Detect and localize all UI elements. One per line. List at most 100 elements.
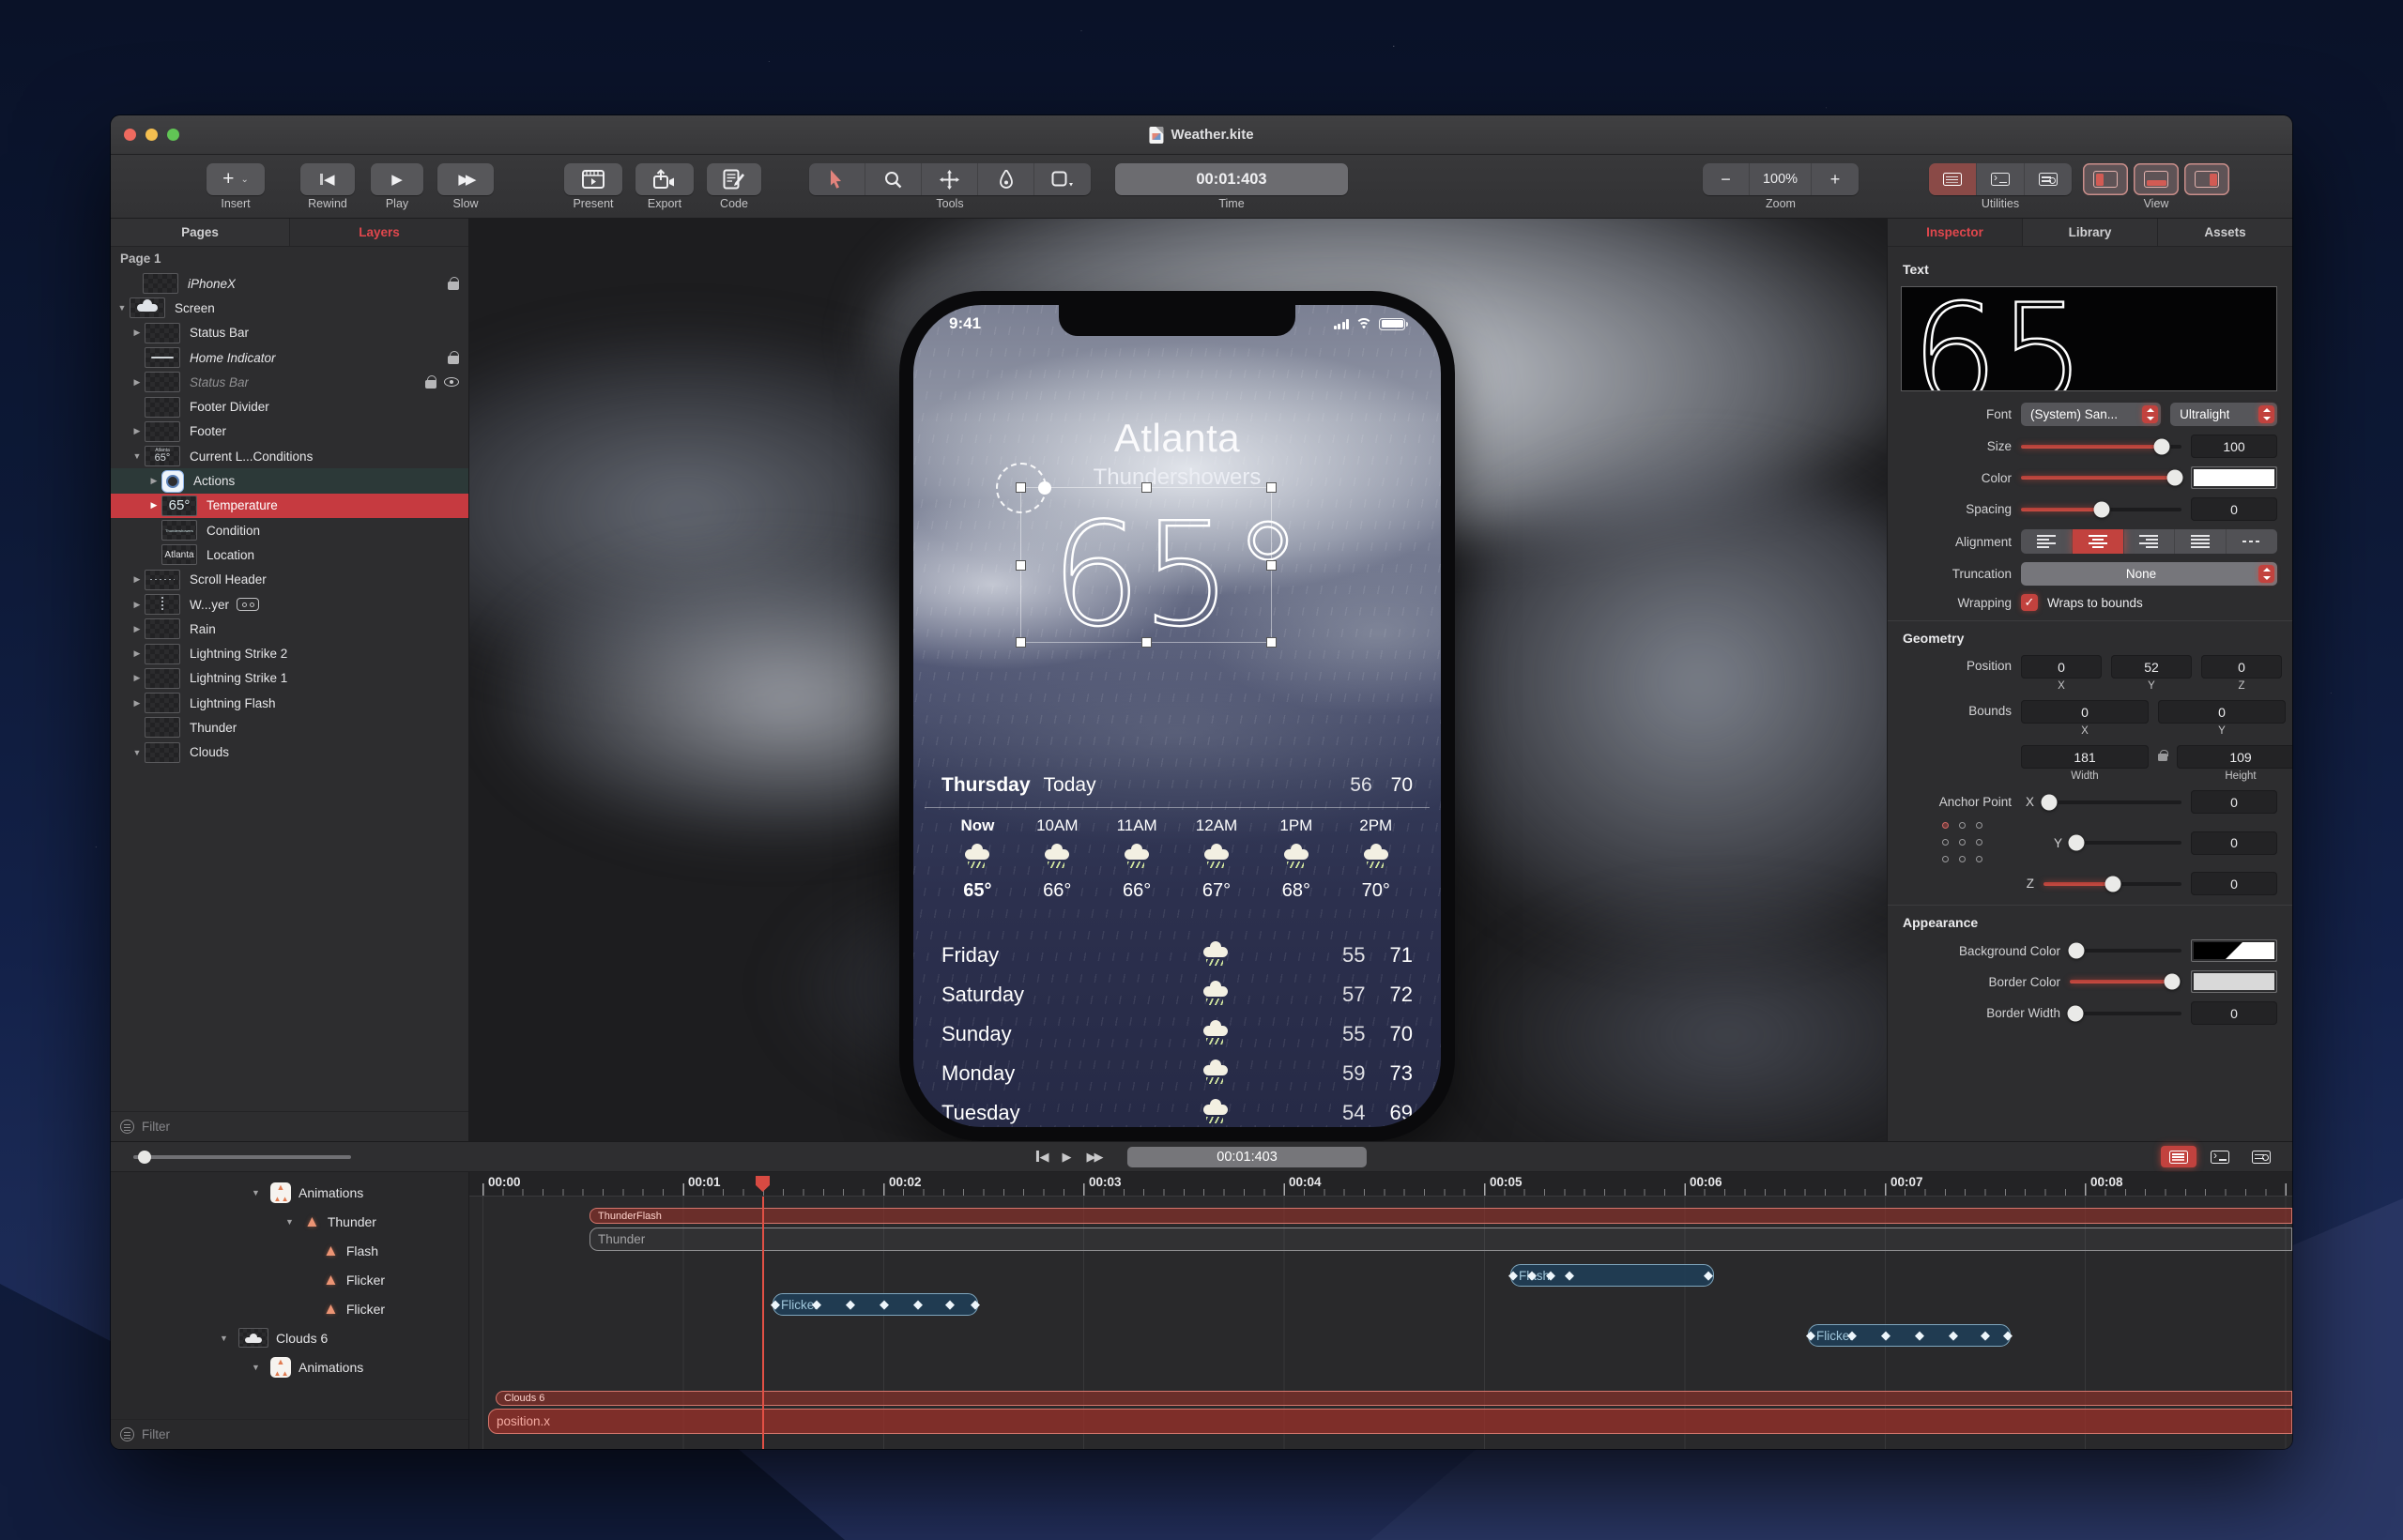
timeline-ruler[interactable]: 00:00 00:01 00:02 00:03 00:04 00:05 00:0… <box>469 1172 2292 1197</box>
timeline-row-flash[interactable]: ▲ Flash <box>111 1236 468 1265</box>
timeline-tracks-area[interactable]: 00:00 00:01 00:02 00:03 00:04 00:05 00:0… <box>469 1172 2292 1449</box>
timeline-row-flicker-1[interactable]: ▲ Flicker <box>111 1265 468 1294</box>
close-button[interactable] <box>124 129 136 141</box>
anchor-x-slider[interactable] <box>2041 794 2181 810</box>
disclosure-right-icon[interactable] <box>130 648 145 659</box>
tool-shape[interactable] <box>1034 163 1091 195</box>
view-bottom-panel-button[interactable] <box>2134 163 2179 195</box>
layer-row-actions[interactable]: Actions <box>111 468 468 494</box>
zoom-in-button[interactable]: + <box>1812 163 1859 195</box>
view-left-panel-button[interactable] <box>2083 163 2128 195</box>
layer-row-scroll-header[interactable]: Scroll Header <box>111 568 468 592</box>
keyframe-diamond[interactable] <box>1881 1328 1890 1343</box>
track-bar-flash[interactable]: Flash <box>1510 1264 1714 1287</box>
layer-row-status-bar-2[interactable]: Status Bar <box>111 370 468 394</box>
keyframe-diamond[interactable] <box>846 1297 855 1312</box>
code-button[interactable] <box>707 163 761 195</box>
insert-button[interactable]: + ⌄ <box>207 163 265 195</box>
keyframe-diamond[interactable] <box>1527 1268 1537 1283</box>
play-button[interactable]: ▶ <box>371 163 423 195</box>
layer-row-location[interactable]: Atlanta Location <box>111 542 468 567</box>
wrapping-checkbox[interactable]: ✓ <box>2021 594 2038 611</box>
position-z-field[interactable]: 0 <box>2201 655 2282 679</box>
keyframe-diamond[interactable] <box>1981 1328 1990 1343</box>
tab-layers[interactable]: Layers <box>290 219 468 246</box>
disclosure-down-icon[interactable] <box>220 1334 231 1343</box>
keyframe-diamond[interactable] <box>1508 1268 1518 1283</box>
spacing-slider[interactable] <box>2021 501 2181 517</box>
keyframe-diamond[interactable] <box>1704 1268 1713 1283</box>
bounds-x-field[interactable]: 0 <box>2021 700 2149 724</box>
slider-knob[interactable] <box>2068 834 2085 851</box>
anchor-y-value[interactable]: 0 <box>2191 831 2277 855</box>
timeline-row-animations-2[interactable]: Animations <box>111 1352 468 1381</box>
lock-icon[interactable] <box>448 351 459 365</box>
utility-console-button[interactable] <box>1977 163 2025 195</box>
layer-row-lightning-strike-1[interactable]: Lightning Strike 1 <box>111 666 468 691</box>
keyframe-diamond[interactable] <box>1546 1268 1555 1283</box>
lock-icon[interactable] <box>425 375 436 389</box>
title-bar[interactable]: Weather.kite <box>111 115 2292 155</box>
selection-handle[interactable] <box>1266 482 1277 493</box>
track-bar-thunderflash[interactable]: ThunderFlash <box>589 1208 2292 1224</box>
playhead[interactable] <box>762 1197 764 1449</box>
keyframe-diamond[interactable] <box>1847 1328 1857 1343</box>
position-y-field[interactable]: 52 <box>2111 655 2192 679</box>
disclosure-right-icon[interactable] <box>130 698 145 709</box>
play-button[interactable]: ▶ <box>1062 1150 1071 1165</box>
slider-knob[interactable] <box>137 1150 151 1164</box>
track-bar-position-x[interactable]: position.x <box>488 1409 2292 1434</box>
tab-pages[interactable]: Pages <box>111 219 290 246</box>
timeline-time-display[interactable]: 00:01:403 <box>1127 1146 1368 1167</box>
canvas[interactable]: 9:41 Atlanta Thundershowers 65° Thursday… <box>469 219 1887 1141</box>
align-center-button[interactable] <box>2072 529 2124 554</box>
utility-inspector-button[interactable] <box>1929 163 1977 195</box>
lock-icon[interactable] <box>448 277 459 291</box>
slider-knob[interactable] <box>2093 501 2109 517</box>
keyframe-diamond[interactable] <box>880 1297 889 1312</box>
background-color-swatch[interactable] <box>2191 939 2277 962</box>
eye-icon[interactable] <box>444 377 459 388</box>
stepper-icon[interactable] <box>2258 405 2274 423</box>
layer-row-footer[interactable]: Footer <box>111 419 468 444</box>
view-right-panel-button[interactable] <box>2184 163 2229 195</box>
keyframe-diamond[interactable] <box>1565 1268 1574 1283</box>
keyframe-diamond[interactable] <box>913 1297 923 1312</box>
keyframe-diamond[interactable] <box>1915 1328 1924 1343</box>
width-field[interactable]: 181 <box>2021 745 2149 769</box>
disclosure-down-icon[interactable] <box>252 1363 263 1372</box>
zoom-window-button[interactable] <box>167 129 179 141</box>
zoom-value[interactable]: 100% <box>1750 163 1812 195</box>
timeline-tracks[interactable]: ThunderFlash Thunder Flash Flic <box>469 1197 2292 1449</box>
layer-row-temperature[interactable]: 65° Temperature <box>111 493 468 518</box>
layer-row-screen[interactable]: Screen <box>111 296 468 320</box>
keyframe-diamond[interactable] <box>771 1297 780 1312</box>
track-bar-flicker-2[interactable]: Flicker <box>1808 1324 2011 1347</box>
timeline-filter-input[interactable] <box>142 1427 459 1441</box>
layer-row-rain[interactable]: Rain <box>111 617 468 641</box>
bounds-y-field[interactable]: 0 <box>2158 700 2286 724</box>
disclosure-down-icon[interactable] <box>252 1188 263 1197</box>
disclosure-down-icon[interactable] <box>130 748 145 757</box>
fast-forward-button[interactable]: ▶▶ <box>1086 1150 1103 1165</box>
font-weight-dropdown[interactable]: Ultralight <box>2170 403 2277 426</box>
keyframe-diamond[interactable] <box>945 1297 955 1312</box>
aspect-lock-icon[interactable] <box>2158 750 2168 761</box>
disclosure-right-icon[interactable] <box>146 500 161 511</box>
tab-inspector[interactable]: Inspector <box>1888 219 2023 246</box>
timeline-mode-console-button[interactable] <box>2202 1146 2238 1167</box>
layer-row-current-conditions[interactable]: Atlanta 65° Current L...Conditions <box>111 444 468 468</box>
slider-knob[interactable] <box>2166 469 2183 486</box>
disclosure-right-icon[interactable] <box>130 426 145 436</box>
slider-knob[interactable] <box>2105 876 2120 892</box>
rewind-button[interactable]: ◀ <box>1035 1150 1048 1165</box>
layer-row-lightning-flash[interactable]: Lightning Flash <box>111 691 468 715</box>
daily-forecast[interactable]: Friday 55 71 Saturday 57 72 Sunday 55 70… <box>913 936 1441 1127</box>
selection-handle[interactable] <box>1141 637 1152 648</box>
align-left-button[interactable] <box>2021 529 2073 554</box>
selection-handle[interactable] <box>1266 560 1277 571</box>
border-width-value[interactable]: 0 <box>2191 1001 2277 1025</box>
timeline-mode-settings-button[interactable] <box>2243 1146 2279 1167</box>
size-value[interactable]: 100 <box>2191 435 2277 458</box>
minimize-button[interactable] <box>145 129 158 141</box>
